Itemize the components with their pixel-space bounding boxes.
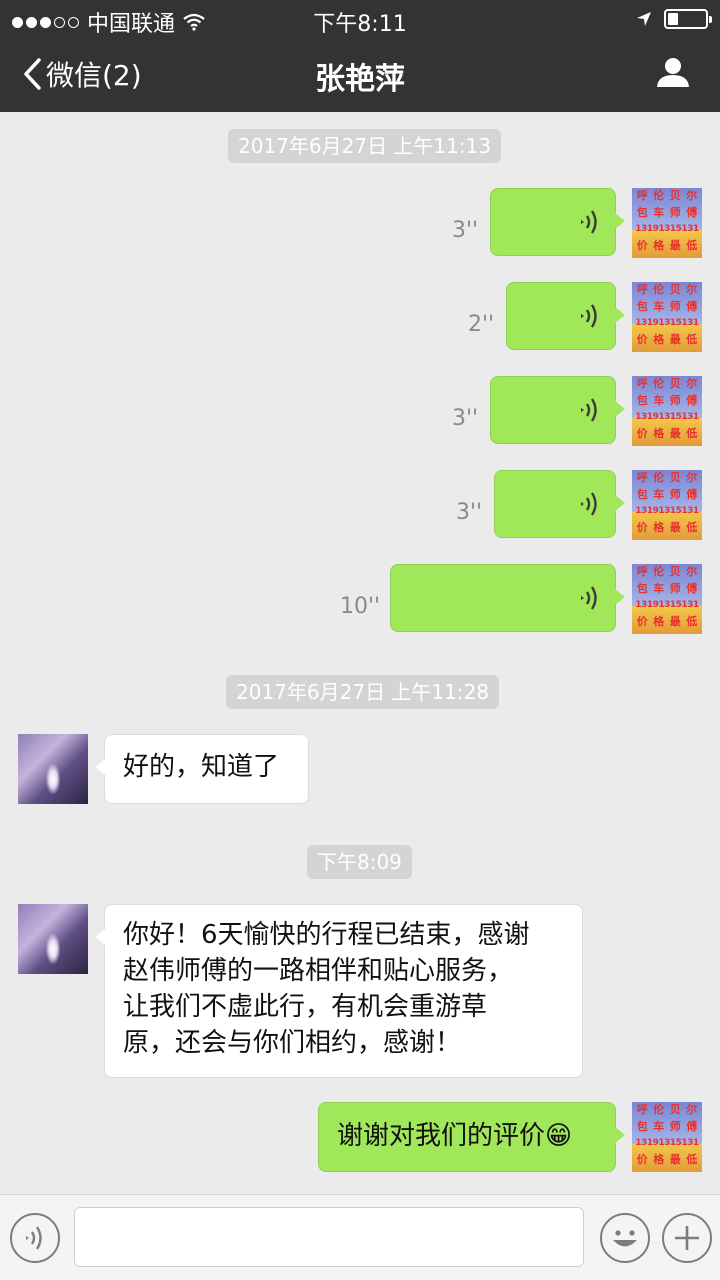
my-avatar[interactable]: 呼伦贝尔 包车师傅 13191315131 价格最低 bbox=[632, 470, 702, 540]
voice-message-bubble[interactable] bbox=[390, 564, 625, 632]
timestamp: 下午8:09 bbox=[307, 845, 412, 879]
contact-avatar[interactable] bbox=[18, 734, 88, 804]
nav-bar: 微信(2) 张艳萍 bbox=[0, 38, 720, 112]
contact-avatar[interactable] bbox=[18, 904, 88, 974]
voice-duration: 10'' bbox=[340, 594, 381, 619]
voice-wave-icon bbox=[581, 210, 597, 234]
timestamp: 2017年6月27日 上午11:13 bbox=[228, 129, 502, 163]
my-avatar[interactable]: 呼伦贝尔 包车师傅 13191315131 价格最低 bbox=[632, 376, 702, 446]
emoji-button[interactable] bbox=[600, 1213, 650, 1263]
timestamp: 2017年6月27日 上午11:28 bbox=[226, 675, 500, 709]
my-avatar[interactable]: 呼伦贝尔 包车师傅 13191315131 价格最低 bbox=[632, 188, 702, 258]
status-bar: 中国联通 下午8:11 bbox=[0, 0, 720, 38]
message-text: 谢谢对我们的评价😁 bbox=[337, 1121, 573, 1151]
chat-title: 张艳萍 bbox=[315, 62, 405, 97]
received-message-bubble[interactable]: 你好！6天愉快的行程已结束，感谢 赵伟师傅的一路相伴和贴心服务， 让我们不虚此行… bbox=[95, 904, 583, 1078]
contact-info-button[interactable] bbox=[656, 56, 690, 92]
more-button[interactable] bbox=[662, 1213, 712, 1263]
voice-duration: 3'' bbox=[452, 406, 479, 431]
sent-message-bubble[interactable]: 谢谢对我们的评价😁 bbox=[318, 1102, 625, 1172]
status-time: 下午8:11 bbox=[313, 12, 407, 37]
voice-wave-icon bbox=[581, 492, 597, 516]
received-message-bubble[interactable]: 好的，知道了 bbox=[95, 734, 309, 804]
message-input[interactable] bbox=[74, 1207, 584, 1267]
voice-wave-icon bbox=[26, 1226, 42, 1250]
grin-emoji-icon: 😁 bbox=[545, 1121, 573, 1151]
top-bar: 中国联通 下午8:11 微信(2) 张艳萍 bbox=[0, 0, 720, 112]
voice-duration: 3'' bbox=[452, 218, 479, 243]
my-avatar[interactable]: 呼伦贝尔 包车师傅 13191315131 价格最低 bbox=[632, 282, 702, 352]
location-arrow-icon bbox=[637, 12, 651, 26]
chat-area[interactable]: 2017年6月27日 上午11:13 3'' 呼伦贝尔 包车师傅 1319131… bbox=[0, 112, 720, 1194]
plus-icon bbox=[675, 1226, 699, 1250]
my-avatar[interactable]: 呼伦贝尔 包车师傅 13191315131 价格最低 bbox=[632, 564, 702, 634]
voice-wave-icon bbox=[581, 586, 597, 610]
voice-wave-icon bbox=[581, 304, 597, 328]
voice-duration: 3'' bbox=[456, 500, 483, 525]
voice-input-button[interactable] bbox=[10, 1213, 60, 1263]
person-icon bbox=[657, 58, 689, 87]
message-text: 你好！6天愉快的行程已结束，感谢 赵伟师傅的一路相伴和贴心服务， 让我们不虚此行… bbox=[123, 920, 530, 1058]
voice-message-bubble[interactable] bbox=[506, 282, 625, 350]
smiley-icon bbox=[613, 1230, 637, 1247]
voice-duration: 2'' bbox=[468, 312, 495, 337]
voice-message-bubble[interactable] bbox=[494, 470, 625, 538]
message-text: 好的，知道了 bbox=[123, 752, 280, 782]
battery-icon bbox=[664, 9, 712, 29]
voice-wave-icon bbox=[581, 398, 597, 422]
my-avatar[interactable]: 呼伦贝尔 包车师傅 13191315131 价格最低 bbox=[632, 1102, 702, 1172]
voice-message-bubble[interactable] bbox=[490, 376, 625, 444]
input-bar bbox=[0, 1194, 720, 1280]
voice-message-bubble[interactable] bbox=[490, 188, 625, 256]
